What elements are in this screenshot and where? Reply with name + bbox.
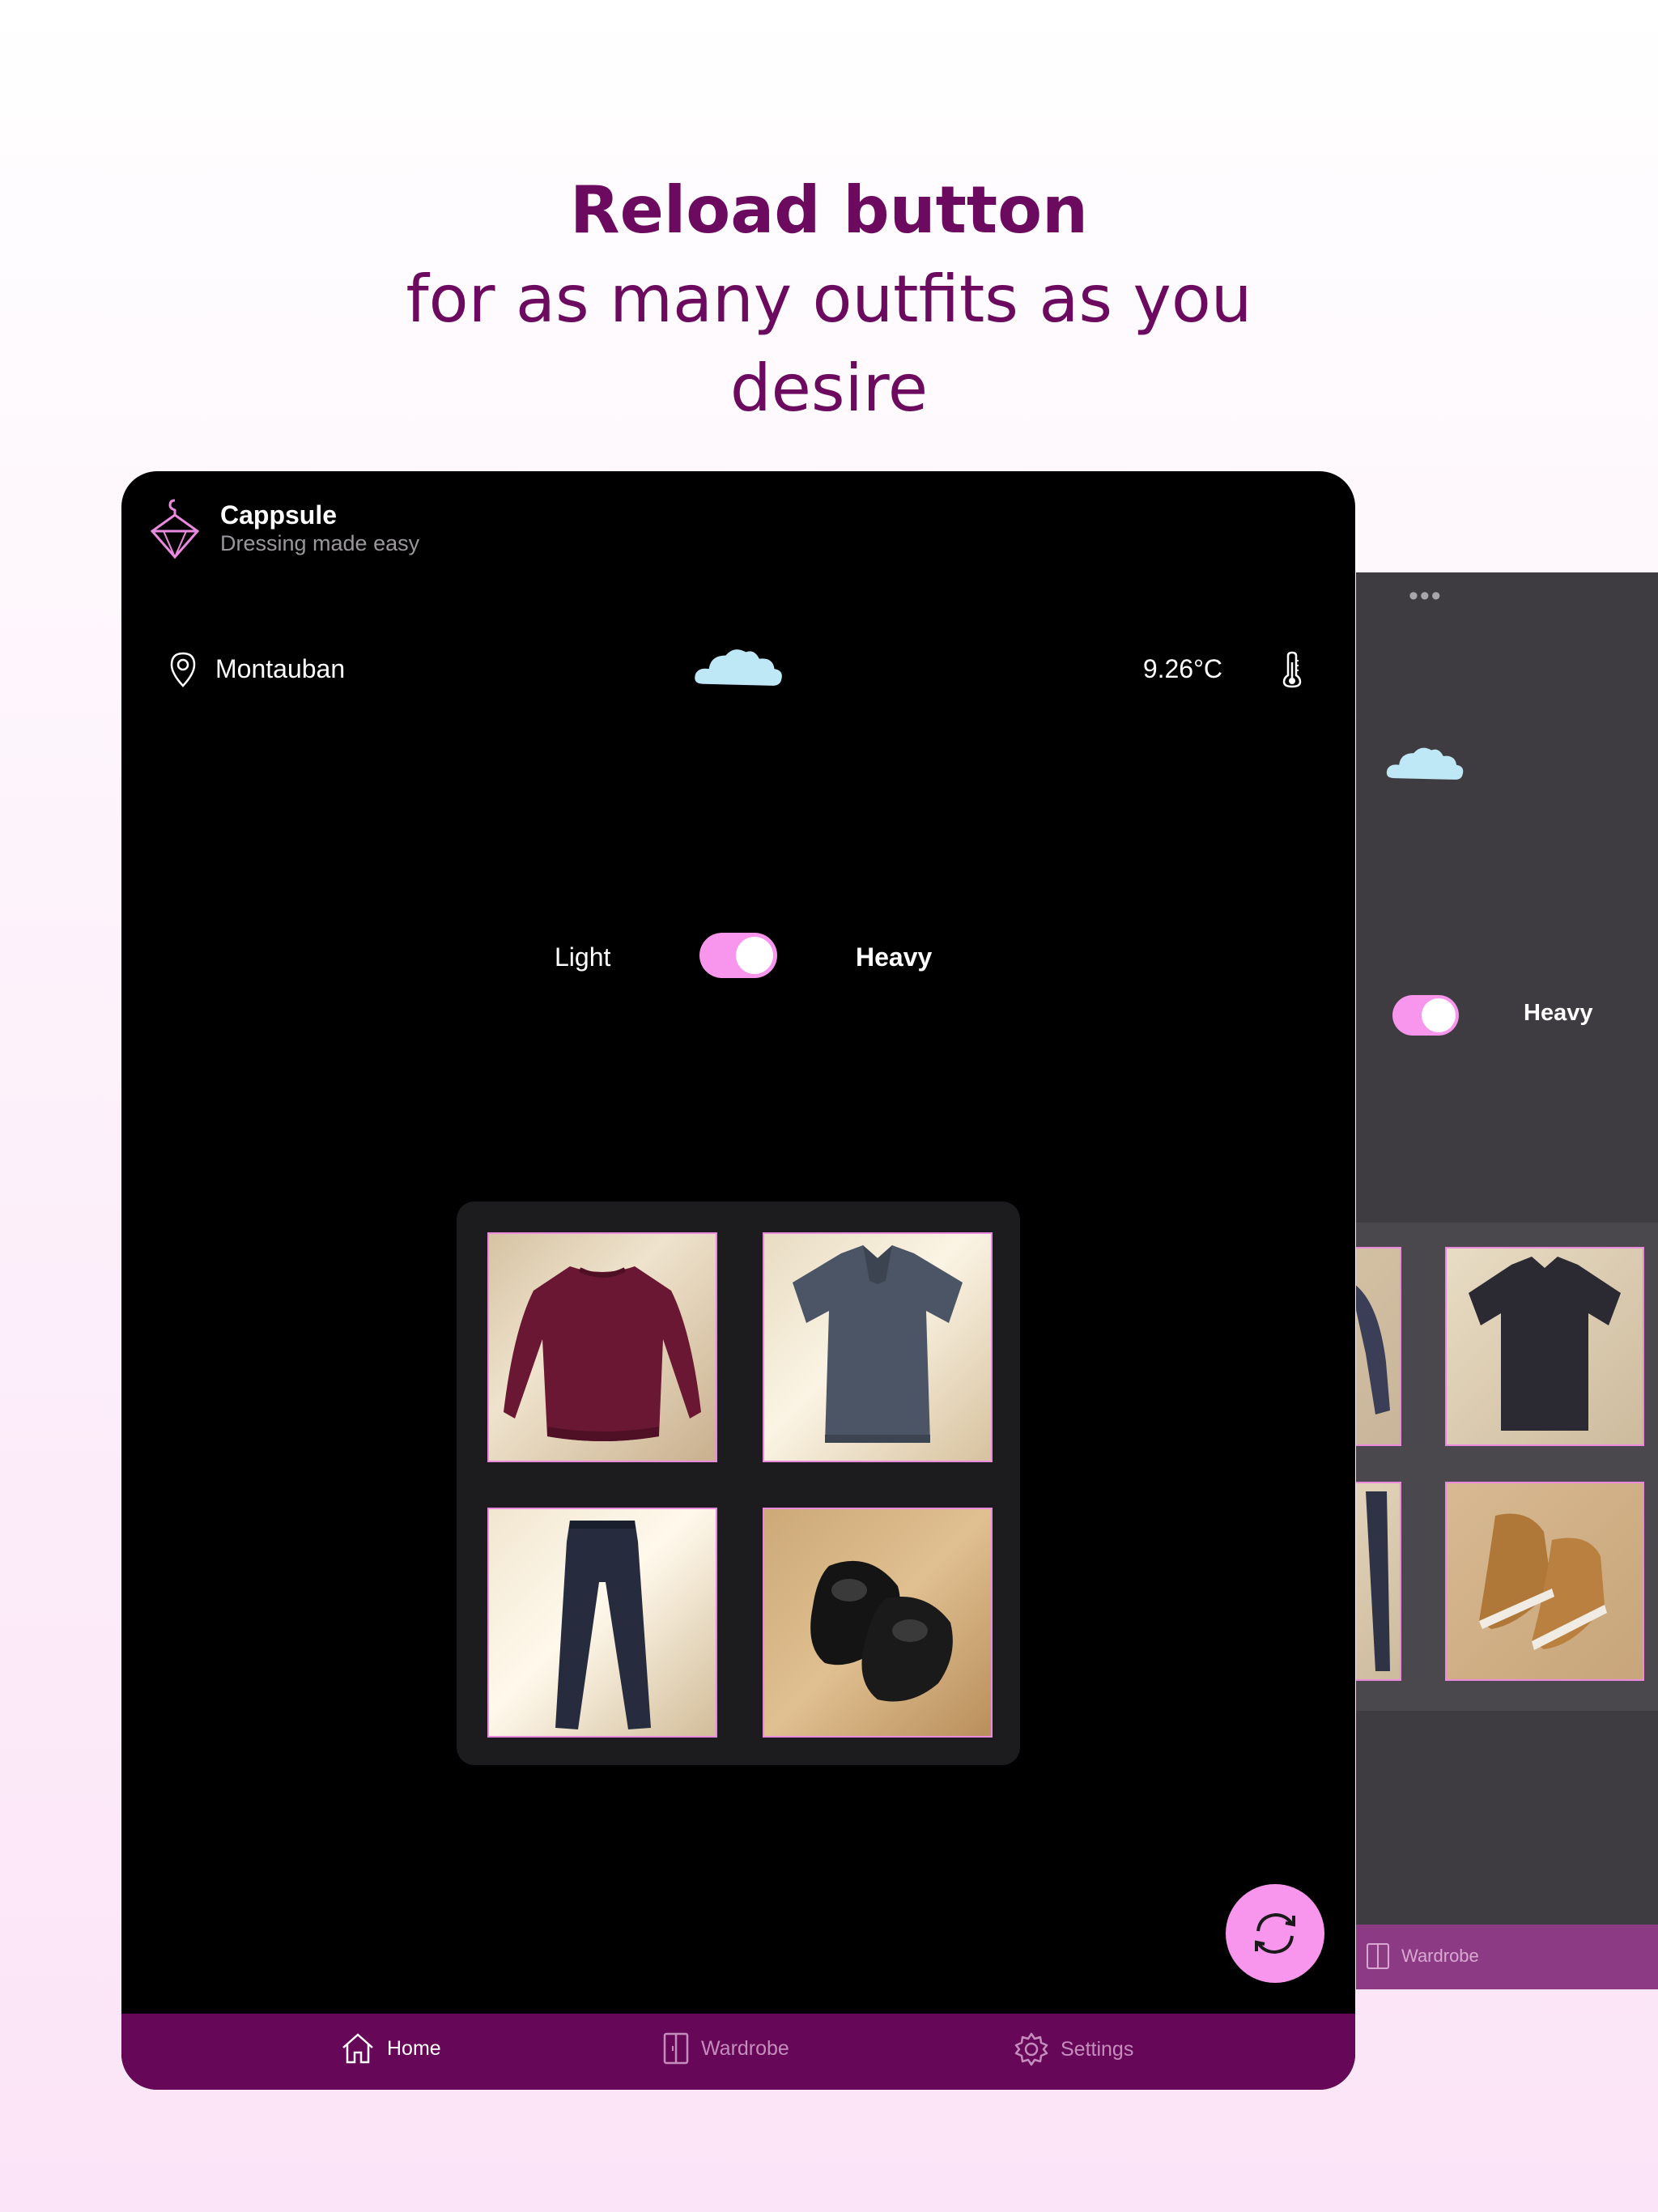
sweater-photo[interactable] (487, 1232, 717, 1462)
tab-wardrobe[interactable]: Wardrobe (662, 2031, 789, 2065)
toggle-knob (736, 937, 773, 974)
tab-wardrobe-label: Wardrobe (701, 2036, 789, 2060)
background-device-screen: ••• Heavy Wardrobe (1356, 572, 1658, 1989)
hanger-logo-icon (150, 499, 200, 559)
background-tab-wardrobe-label: Wardrobe (1401, 1946, 1479, 1966)
cloud-icon (695, 649, 782, 686)
home-icon (342, 2033, 373, 2064)
app-tagline: Dressing made easy (220, 531, 420, 555)
promo-subheadline: for as many outfits as you desire (406, 262, 1252, 426)
background-sweater-photo (1356, 1247, 1401, 1446)
wardrobe-icon (663, 2032, 689, 2065)
tab-home-label: Home (387, 2036, 441, 2060)
reload-button[interactable] (1226, 1884, 1324, 1983)
cloud-icon (1386, 747, 1464, 780)
reload-icon (1255, 1912, 1295, 1955)
background-heavy-label: Heavy (1524, 1000, 1593, 1026)
outfit-panel (457, 1202, 1020, 1765)
polo-shirt-photo[interactable] (763, 1232, 993, 1462)
background-jeans-photo (1356, 1482, 1401, 1681)
wardrobe-icon (1367, 1943, 1389, 1969)
light-heavy-toggle[interactable] (699, 933, 777, 978)
location-label: Montauban (215, 654, 346, 683)
app-name: Cappsule (220, 500, 338, 530)
tab-settings[interactable]: Settings (1014, 2031, 1133, 2067)
background-polo-photo (1445, 1247, 1644, 1446)
background-tabbar: Wardrobe (1356, 1925, 1658, 1989)
thermometer-icon (1282, 651, 1302, 688)
shoes-photo[interactable] (763, 1508, 993, 1738)
heavy-label: Heavy (856, 942, 933, 972)
jeans-photo[interactable] (487, 1508, 717, 1738)
tab-home[interactable]: Home (340, 2031, 441, 2065)
more-dots-icon: ••• (1409, 581, 1443, 611)
background-tab-wardrobe: Wardrobe (1366, 1942, 1479, 1970)
light-label: Light (555, 942, 611, 972)
background-boots-photo (1445, 1482, 1644, 1681)
promo-headline: Reload button (570, 172, 1088, 248)
main-device-screen: Cappsule Dressing made easy Montauban 9.… (121, 471, 1355, 2090)
temperature-label: 9.26°C (1142, 654, 1222, 683)
tab-settings-label: Settings (1061, 2037, 1134, 2061)
background-weight-toggle (1392, 995, 1459, 1036)
promo-headline-block: Reload button for as many outfits as you… (0, 166, 1658, 433)
gear-icon (1014, 2032, 1048, 2066)
tabbar: Home Wardrobe Settings (121, 2014, 1355, 2090)
background-outfit-panel (1356, 1223, 1658, 1711)
location-pin-icon (170, 652, 196, 687)
